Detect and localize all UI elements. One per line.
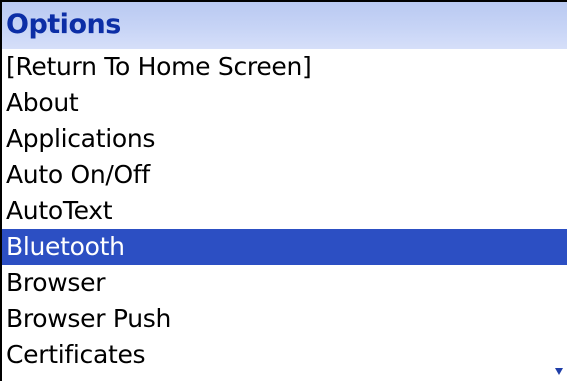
menu-item-certificates[interactable]: Certificates	[2, 337, 567, 373]
title-bar: Options	[2, 2, 567, 49]
menu-item-bluetooth[interactable]: Bluetooth	[2, 229, 567, 265]
menu-item-autotext[interactable]: AutoText	[2, 193, 567, 229]
page-title: Options	[6, 9, 121, 40]
menu-item-browser-push[interactable]: Browser Push	[2, 301, 567, 337]
scroll-down-arrow-icon[interactable]	[555, 368, 563, 375]
menu-item-return-to-home-screen[interactable]: [Return To Home Screen]	[2, 49, 567, 85]
menu-item-applications[interactable]: Applications	[2, 121, 567, 157]
options-screen: Options [Return To Home Screen] About Ap…	[0, 0, 567, 381]
menu-item-about[interactable]: About	[2, 85, 567, 121]
menu-item-browser[interactable]: Browser	[2, 265, 567, 301]
menu-item-auto-on-off[interactable]: Auto On/Off	[2, 157, 567, 193]
options-menu-list: [Return To Home Screen] About Applicatio…	[2, 49, 567, 373]
